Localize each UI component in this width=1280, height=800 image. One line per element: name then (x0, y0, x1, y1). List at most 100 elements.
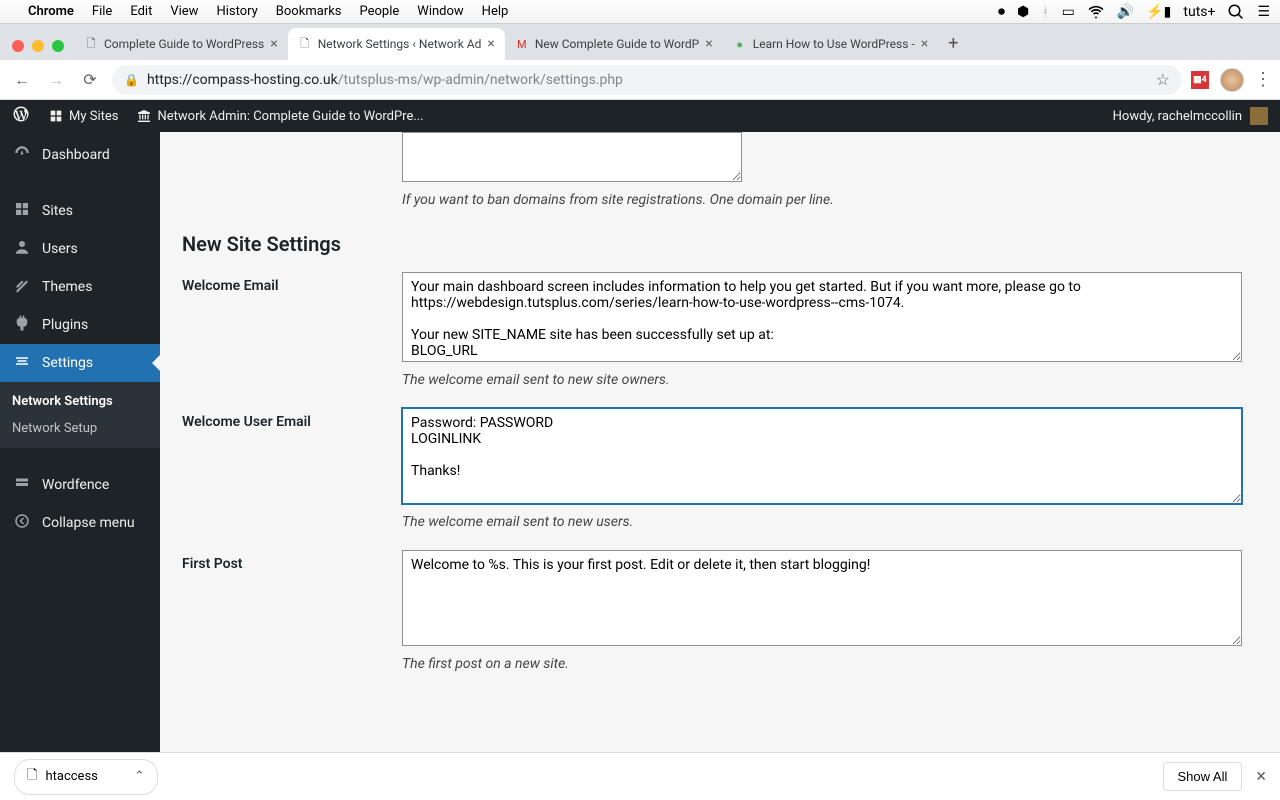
browser-tab[interactable]: 🗋 Network Settings ‹ Network Ad × (288, 28, 505, 60)
welcome-user-email-textarea[interactable] (402, 408, 1242, 504)
first-post-desc: The first post on a new site. (402, 656, 1242, 672)
sidebar-label: Sites (42, 203, 73, 219)
nav-reload-button[interactable]: ⟳ (76, 66, 104, 94)
chevron-up-icon[interactable]: ⌃ (134, 769, 145, 784)
user-avatar (1250, 107, 1268, 125)
menu-bookmarks[interactable]: Bookmarks (276, 4, 342, 19)
tab-title: New Complete Guide to WordP (535, 37, 699, 51)
tab-favicon-icon: M (515, 37, 529, 51)
sidebar-item-users[interactable]: Users (0, 230, 160, 268)
network-admin-label: Network Admin: Complete Guide to WordPre… (157, 109, 423, 124)
downloads-bar: 🗋 htaccess ⌃ Show All × (0, 752, 1280, 800)
show-all-button[interactable]: Show All (1163, 762, 1243, 791)
nav-back-button[interactable]: ← (8, 66, 36, 94)
sidebar-item-settings[interactable]: Settings (0, 344, 160, 382)
bluetooth-icon[interactable]: ᚼ (1041, 4, 1049, 20)
bookmark-star-icon[interactable]: ☆ (1156, 70, 1170, 89)
tab-close-icon[interactable]: × (921, 36, 928, 52)
menu-window[interactable]: Window (417, 4, 463, 19)
chrome-window: 🗋 Complete Guide to WordPress × 🗋 Networ… (0, 24, 1280, 100)
menu-help[interactable]: Help (482, 4, 509, 19)
first-post-textarea[interactable] (402, 550, 1242, 646)
user-menu[interactable]: Howdy, rachelmccollin (1113, 107, 1268, 125)
wordpress-logo-icon[interactable] (12, 105, 30, 128)
new-tab-button[interactable]: + (938, 33, 968, 60)
tab-close-icon[interactable]: × (270, 36, 277, 52)
collapse-icon (12, 512, 32, 534)
submenu-network-settings[interactable]: Network Settings (0, 388, 160, 415)
address-bar[interactable]: 🔒 https://compass-hosting.co.uk/tutsplus… (112, 65, 1182, 95)
section-heading: New Site Settings (182, 232, 1258, 256)
tab-favicon-icon: 🗋 (84, 37, 98, 51)
menu-edit[interactable]: Edit (130, 4, 152, 19)
display-icon[interactable]: ▭ (1062, 4, 1075, 20)
sidebar-item-plugins[interactable]: Plugins (0, 306, 160, 344)
profile-avatar[interactable] (1220, 68, 1244, 92)
tab-favicon-icon: ● (733, 37, 747, 51)
sidebar-label: Dashboard (42, 147, 110, 163)
app-name[interactable]: Chrome (28, 4, 74, 19)
wifi-icon[interactable] (1087, 3, 1105, 21)
sidebar-item-sites[interactable]: Sites (0, 192, 160, 230)
tab-title: Complete Guide to WordPress (104, 37, 264, 51)
url-path: /tutsplus-ms/wp-admin/network/settings.p… (338, 72, 623, 88)
window-close[interactable] (12, 40, 24, 52)
users-icon (12, 238, 32, 260)
extension-icon[interactable]: ▦4 (1190, 70, 1210, 90)
dashboard-icon (12, 144, 32, 166)
welcome-email-label: Welcome Email (182, 272, 402, 388)
sidebar-label: Collapse menu (42, 515, 135, 531)
sidebar-item-wordfence[interactable]: Wordfence (0, 466, 160, 504)
banned-help-text: If you want to ban domains from site reg… (402, 192, 1258, 208)
submenu-network-setup[interactable]: Network Setup (0, 415, 160, 442)
menu-view[interactable]: View (170, 4, 198, 19)
content-area: If you want to ban domains from site reg… (160, 132, 1280, 752)
nav-forward-button[interactable]: → (42, 66, 70, 94)
url-host: https://compass-hosting.co.uk (147, 72, 338, 88)
spotlight-icon[interactable] (1227, 3, 1245, 21)
battery-icon[interactable]: ⚡▮ (1146, 4, 1171, 20)
tab-close-icon[interactable]: × (487, 36, 494, 52)
dropbox-icon[interactable]: ⬢ (1017, 4, 1029, 20)
close-downloads-icon[interactable]: × (1256, 766, 1266, 787)
window-minimize[interactable] (32, 40, 44, 52)
network-admin-link[interactable]: Network Admin: Complete Guide to WordPre… (136, 108, 423, 124)
welcome-user-email-desc: The welcome email sent to new users. (402, 514, 1242, 530)
sidebar-item-themes[interactable]: Themes (0, 268, 160, 306)
menubar-list-icon[interactable]: ☰ (1257, 4, 1270, 20)
download-filename: htaccess (45, 769, 97, 784)
tab-close-icon[interactable]: × (705, 36, 712, 52)
wp-admin-bar: My Sites Network Admin: Complete Guide t… (0, 100, 1280, 132)
welcome-user-email-label: Welcome User Email (182, 408, 402, 530)
banned-domains-textarea[interactable] (402, 132, 742, 182)
wordfence-icon (12, 474, 32, 496)
welcome-email-desc: The welcome email sent to new site owner… (402, 372, 1242, 388)
sidebar-collapse[interactable]: Collapse menu (0, 504, 160, 542)
screenrecord-icon[interactable]: ⏺ (998, 4, 1005, 20)
my-sites-label: My Sites (69, 109, 118, 124)
browser-tab[interactable]: 🗋 Complete Guide to WordPress × (74, 28, 288, 60)
macos-menubar: Chrome File Edit View History Bookmarks … (0, 0, 1280, 24)
file-icon: 🗋 (27, 766, 37, 788)
lock-icon: 🔒 (124, 73, 139, 87)
menubar-label[interactable]: tuts+ (1183, 4, 1215, 20)
browser-tab[interactable]: M New Complete Guide to WordP × (505, 28, 723, 60)
sidebar-label: Plugins (42, 317, 88, 333)
admin-sidebar: Dashboard Sites Users Themes Plugins (0, 132, 160, 752)
sidebar-label: Themes (42, 279, 92, 295)
browser-tab[interactable]: ● Learn How to Use WordPress - × (723, 28, 938, 60)
menu-file[interactable]: File (92, 4, 112, 19)
menu-history[interactable]: History (216, 4, 257, 19)
download-item[interactable]: 🗋 htaccess ⌃ (14, 759, 158, 795)
sites-icon (12, 200, 32, 222)
plugins-icon (12, 314, 32, 336)
menu-people[interactable]: People (360, 4, 400, 19)
tab-title: Network Settings ‹ Network Ad (318, 37, 482, 51)
volume-icon[interactable]: 🔊 (1117, 4, 1134, 20)
sidebar-item-dashboard[interactable]: Dashboard (0, 136, 160, 174)
chrome-menu-icon[interactable]: ⋮ (1254, 69, 1272, 90)
my-sites-link[interactable]: My Sites (48, 108, 118, 124)
welcome-email-textarea[interactable] (402, 272, 1242, 362)
window-maximize[interactable] (52, 40, 64, 52)
howdy-text: Howdy, rachelmccollin (1113, 109, 1242, 124)
